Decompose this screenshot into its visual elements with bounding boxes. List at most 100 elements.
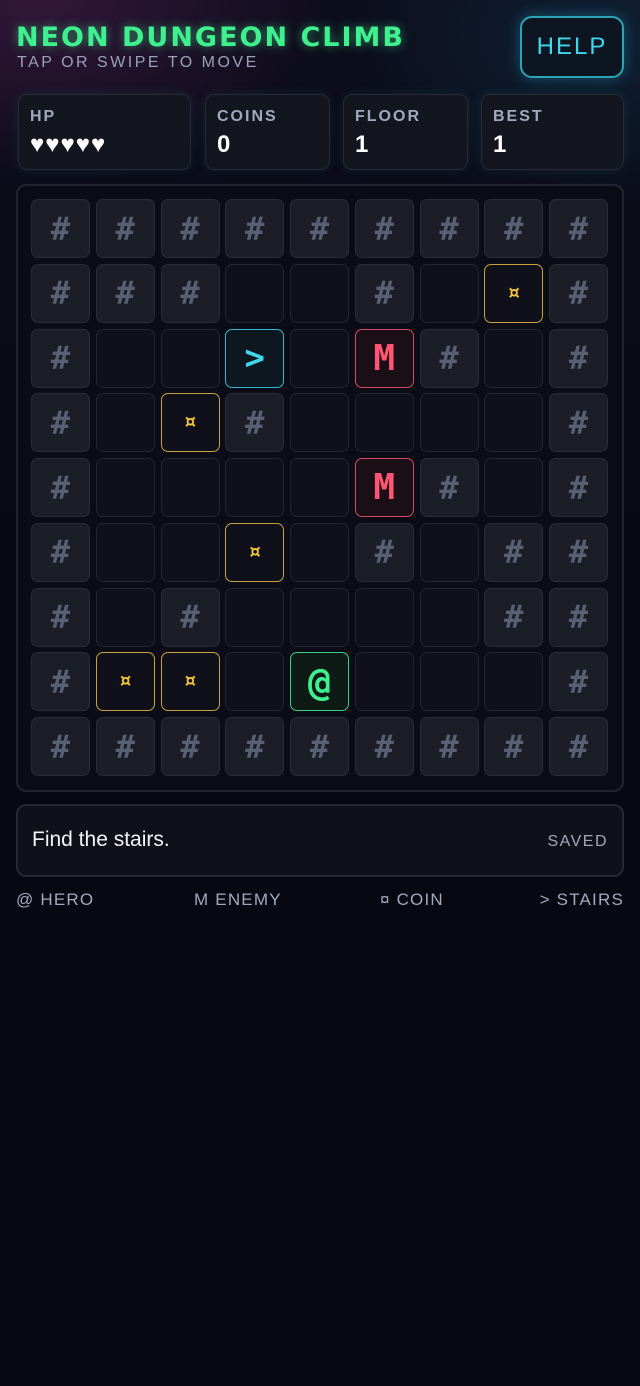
cell-wall[interactable]: # xyxy=(160,263,220,323)
cell-floor[interactable] xyxy=(160,522,220,582)
cell-wall[interactable]: # xyxy=(419,717,479,776)
dungeon-board[interactable]: # # # # # # # # # # # # # ¤ # # > M # # # ¤ # # # M # # # ¤ # # # # # # # # ¤ ¤… xyxy=(16,184,624,792)
cell-coin[interactable]: ¤ xyxy=(225,522,285,582)
cell-floor[interactable] xyxy=(95,587,155,647)
stat-coins: COINS 0 xyxy=(205,94,330,170)
cell-wall[interactable]: # xyxy=(160,587,220,647)
cell-floor[interactable] xyxy=(225,263,285,323)
message-text: Find the stairs. xyxy=(32,828,170,851)
game-subtitle: TAP OR SWIPE TO MOVE xyxy=(17,54,259,71)
cell-wall[interactable]: # xyxy=(484,587,544,647)
hp-hearts: ♥♥♥♥♥ xyxy=(30,131,107,158)
cell-floor[interactable] xyxy=(419,522,479,582)
cell-wall[interactable]: # xyxy=(549,652,608,712)
cell-wall[interactable]: # xyxy=(549,717,608,776)
cell-wall[interactable]: # xyxy=(31,263,90,323)
cell-floor[interactable] xyxy=(225,458,285,517)
cell-hero[interactable]: @ xyxy=(290,652,349,712)
stat-coins-value: 0 xyxy=(217,131,231,158)
cell-floor[interactable] xyxy=(225,652,285,712)
cell-floor[interactable] xyxy=(290,458,349,517)
cell-wall[interactable]: # xyxy=(31,717,90,776)
message-panel: Find the stairs. SAVED xyxy=(16,804,624,877)
cell-floor[interactable] xyxy=(95,328,155,388)
cell-wall[interactable]: # xyxy=(549,393,608,453)
cell-enemy[interactable]: M xyxy=(354,458,414,517)
cell-wall[interactable]: # xyxy=(290,717,349,776)
cell-wall[interactable]: # xyxy=(419,328,479,388)
cell-floor[interactable] xyxy=(354,652,414,712)
stats-bar: HP ♥♥♥♥♥ COINS 0 FLOOR 1 BEST 1 xyxy=(18,94,624,170)
cell-wall[interactable]: # xyxy=(419,199,479,258)
help-button[interactable]: HELP xyxy=(520,16,624,78)
cell-wall[interactable]: # xyxy=(549,522,608,582)
cell-wall[interactable]: # xyxy=(419,458,479,517)
cell-wall[interactable]: # xyxy=(484,199,544,258)
cell-floor[interactable] xyxy=(160,458,220,517)
cell-floor[interactable] xyxy=(354,393,414,453)
cell-floor[interactable] xyxy=(95,393,155,453)
cell-floor[interactable] xyxy=(290,263,349,323)
cell-floor[interactable] xyxy=(95,458,155,517)
cell-wall[interactable]: # xyxy=(484,522,544,582)
cell-floor[interactable] xyxy=(419,587,479,647)
cell-wall[interactable]: # xyxy=(290,199,349,258)
stat-hp: HP ♥♥♥♥♥ xyxy=(18,94,191,170)
cell-floor[interactable] xyxy=(290,522,349,582)
cell-floor[interactable] xyxy=(484,652,544,712)
cell-wall[interactable]: # xyxy=(31,522,90,582)
cell-wall[interactable]: # xyxy=(31,652,90,712)
cell-wall[interactable]: # xyxy=(31,587,90,647)
cell-floor[interactable] xyxy=(160,328,220,388)
cell-wall[interactable]: # xyxy=(354,199,414,258)
cell-wall[interactable]: # xyxy=(95,717,155,776)
cell-wall[interactable]: # xyxy=(549,263,608,323)
legend-coin: ¤ COIN xyxy=(380,890,444,909)
cell-wall[interactable]: # xyxy=(354,717,414,776)
cell-floor[interactable] xyxy=(484,393,544,453)
cell-floor[interactable] xyxy=(290,587,349,647)
cell-wall[interactable]: # xyxy=(160,717,220,776)
cell-floor[interactable] xyxy=(95,522,155,582)
cell-wall[interactable]: # xyxy=(549,328,608,388)
header: NEON DUNGEON CLIMB TAP OR SWIPE TO MOVE … xyxy=(16,16,624,80)
cell-wall[interactable]: # xyxy=(31,199,90,258)
cell-coin[interactable]: ¤ xyxy=(160,652,220,712)
cell-wall[interactable]: # xyxy=(354,522,414,582)
cell-coin[interactable]: ¤ xyxy=(160,393,220,453)
stat-hp-label: HP xyxy=(30,108,57,125)
cell-floor[interactable] xyxy=(484,458,544,517)
cell-wall[interactable]: # xyxy=(484,717,544,776)
stat-floor-label: FLOOR xyxy=(355,108,421,125)
cell-floor[interactable] xyxy=(419,652,479,712)
cell-floor[interactable] xyxy=(419,393,479,453)
legend-enemy: M ENEMY xyxy=(194,890,282,909)
cell-enemy[interactable]: M xyxy=(354,328,414,388)
cell-wall[interactable]: # xyxy=(31,393,90,453)
cell-coin[interactable]: ¤ xyxy=(95,652,155,712)
cell-stairs[interactable]: > xyxy=(225,328,285,388)
game-title: NEON DUNGEON CLIMB xyxy=(16,22,405,53)
cell-wall[interactable]: # xyxy=(225,717,285,776)
cell-floor[interactable] xyxy=(225,587,285,647)
cell-floor[interactable] xyxy=(354,587,414,647)
cell-wall[interactable]: # xyxy=(31,458,90,517)
cell-wall[interactable]: # xyxy=(225,393,285,453)
cell-coin[interactable]: ¤ xyxy=(484,263,544,323)
legend-stairs: > STAIRS xyxy=(539,890,624,909)
cell-wall[interactable]: # xyxy=(549,458,608,517)
cell-wall[interactable]: # xyxy=(225,199,285,258)
cell-wall[interactable]: # xyxy=(354,263,414,323)
cell-wall[interactable]: # xyxy=(549,199,608,258)
cell-wall[interactable]: # xyxy=(549,587,608,647)
cell-wall[interactable]: # xyxy=(160,199,220,258)
cell-wall[interactable]: # xyxy=(95,199,155,258)
stat-best: BEST 1 xyxy=(481,94,624,170)
cell-floor[interactable] xyxy=(419,263,479,323)
cell-wall[interactable]: # xyxy=(31,328,90,388)
stat-floor-value: 1 xyxy=(355,131,369,158)
cell-floor[interactable] xyxy=(290,393,349,453)
cell-floor[interactable] xyxy=(290,328,349,388)
cell-floor[interactable] xyxy=(484,328,544,388)
cell-wall[interactable]: # xyxy=(95,263,155,323)
